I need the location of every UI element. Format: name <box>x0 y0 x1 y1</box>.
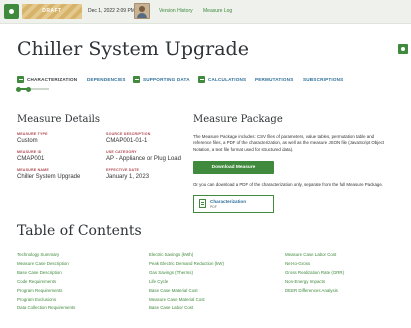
tab-label: SUBSCRIPTIONS <box>303 76 344 82</box>
toc-link[interactable]: Gas Savings (Therms) <box>149 269 224 278</box>
field-value: AP - Appliance or Plug Load <box>106 156 181 162</box>
toc-column: Measure Case Labor Cost Net-to-Gross Gro… <box>285 251 344 296</box>
field-label: SOURCE DESCRIPTION <box>106 132 151 136</box>
toc-link[interactable]: Base Case Material Cost <box>149 287 224 296</box>
tab-subscriptions[interactable]: SUBSCRIPTIONS <box>303 74 343 84</box>
toc-link[interactable]: Measure Case Description <box>17 260 75 269</box>
toc-link[interactable]: Measure Case Labor Cost <box>285 251 344 260</box>
toc-link[interactable]: Gross Realization Rate (GRR) <box>285 269 344 278</box>
settings-icon[interactable] <box>398 44 408 54</box>
toc-column: Electric Savings (kWh) Peak Electric Dem… <box>149 251 224 313</box>
draft-badge: DRAFT <box>22 4 82 19</box>
toc-link[interactable]: Life Cycle <box>149 278 224 287</box>
measure-details-heading: Measure Details <box>17 114 101 125</box>
field-label: EFFECTIVE DATE <box>106 168 140 172</box>
document-icon <box>17 75 24 83</box>
download-measure-button[interactable]: Download Measure <box>193 161 274 174</box>
toc-link[interactable]: Base Case Labor Cost <box>149 304 224 313</box>
progress-step-dot <box>16 86 21 92</box>
toc-link[interactable]: Measure Case Material Cost <box>149 296 224 305</box>
toc-link[interactable]: DEER Differences Analysis <box>285 287 344 296</box>
field-label: MEASURE TYPE <box>17 132 48 136</box>
tab-label: SUPPORTING DATA <box>143 76 190 82</box>
tab-label: CALCULATIONS <box>208 76 247 82</box>
field-label: MEASURE ID <box>17 150 42 154</box>
document-icon <box>133 75 140 83</box>
tab-label: DEPENDENCIES <box>87 76 126 82</box>
tab-supporting-data[interactable]: SUPPORTING DATA <box>133 74 190 84</box>
measure-log-link[interactable]: Measure Log <box>203 8 232 14</box>
avatar[interactable] <box>134 3 150 19</box>
version-history-link[interactable]: Version History <box>159 8 193 14</box>
toc-link[interactable]: Technology Summary <box>17 251 75 260</box>
file-type: PDF <box>210 205 217 209</box>
toc-link[interactable]: Data Collection Requirements <box>17 304 75 313</box>
file-icon <box>199 199 206 208</box>
field-label: MEASURE NAME <box>17 168 49 172</box>
toc-link[interactable]: Program Requirements <box>17 287 75 296</box>
field-value: CMAP001 <box>17 156 45 162</box>
tab-dependencies[interactable]: DEPENDENCIES <box>87 74 126 84</box>
home-icon[interactable] <box>4 4 19 19</box>
document-icon <box>198 75 205 83</box>
pdf-download-note: Or you can download a PDF of the charact… <box>193 182 384 187</box>
tab-calculations[interactable]: CALCULATIONS <box>198 74 246 84</box>
tab-characterization[interactable]: CHARACTERIZATION <box>17 74 77 84</box>
measure-package-heading: Measure Package <box>193 114 283 125</box>
toc-link[interactable]: Non-Energy Impacts <box>285 278 344 287</box>
toc-link[interactable]: Peak Electric Demand Reduction (kW) <box>149 260 224 269</box>
toc-link[interactable]: Program Exclusions <box>17 296 75 305</box>
characterization-pdf-download[interactable]: Characterization PDF <box>193 195 274 213</box>
field-value: January 1, 2023 <box>106 174 150 180</box>
field-value: Chiller System Upgrade <box>17 174 81 180</box>
toc-link[interactable]: Electric Savings (kWh) <box>149 251 224 260</box>
measure-package-description: The Measure Package includes: CSV files … <box>193 134 385 152</box>
progress-bar <box>16 86 49 92</box>
top-bar: DRAFT Dec 1, 2022 2:09 PM Version Histor… <box>0 0 411 24</box>
toc-column: Technology Summary Measure Case Descript… <box>17 251 75 313</box>
toc-link[interactable]: Code Requirements <box>17 278 75 287</box>
page-title: Chiller System Upgrade <box>17 38 249 60</box>
field-value: CMAP001-01-1 <box>106 138 148 144</box>
file-name: Characterization <box>210 199 246 204</box>
field-label: USE CATEGORY <box>106 150 137 154</box>
last-modified-date: Dec 1, 2022 2:09 PM <box>88 8 135 14</box>
progress-step-dot <box>25 86 31 92</box>
toc-heading: Table of Contents <box>17 223 142 239</box>
tab-label: CHARACTERIZATION <box>27 76 78 82</box>
toc-link[interactable]: Net-to-Gross <box>285 260 344 269</box>
tab-label: PERMUTATIONS <box>255 76 294 82</box>
toc-link[interactable]: Base Case Description <box>17 269 75 278</box>
tab-permutations[interactable]: PERMUTATIONS <box>255 74 293 84</box>
field-value: Custom <box>17 138 38 144</box>
